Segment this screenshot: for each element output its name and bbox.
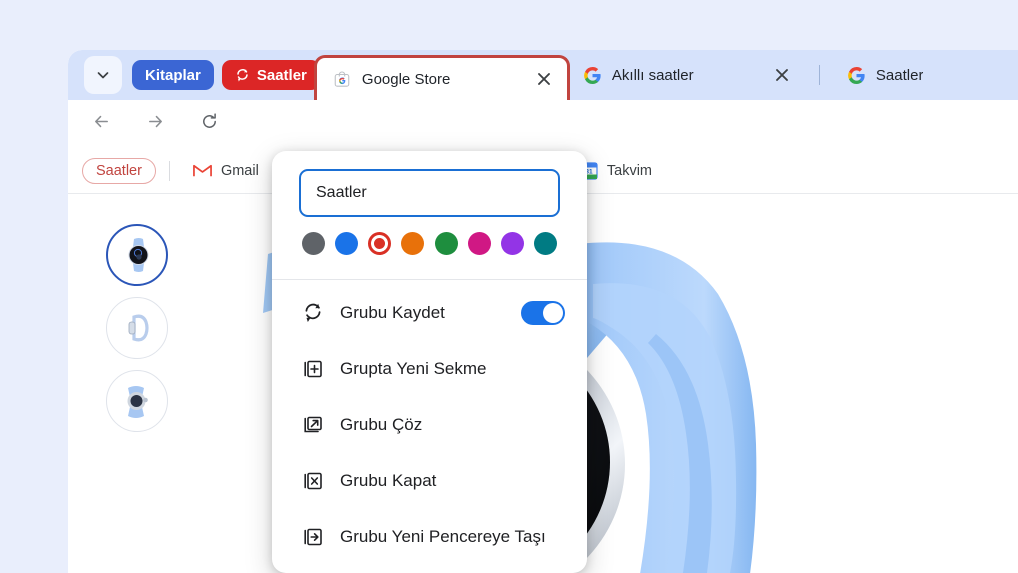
tab-separator xyxy=(818,65,820,85)
color-swatch-blue[interactable] xyxy=(335,232,359,255)
color-swatch-red[interactable] xyxy=(368,232,392,255)
browser-window: Kitaplar Saatler Google Store Akıllı saa… xyxy=(68,50,1018,573)
color-swatch-pink[interactable] xyxy=(467,232,491,255)
thumbnail-pixel-watch-front-blue[interactable] xyxy=(106,224,168,286)
save-group-toggle[interactable] xyxy=(521,301,565,325)
close-icon[interactable] xyxy=(533,68,555,90)
group-title-input[interactable] xyxy=(299,169,560,217)
thumbnail-pixel-watch-angle[interactable] xyxy=(106,370,168,432)
save-group-icon xyxy=(302,302,328,324)
arrow-left-icon xyxy=(92,112,111,136)
reload-icon xyxy=(200,112,219,136)
tab-group-saatler: Saatler Google Store xyxy=(221,50,570,100)
menu-item-label: Grubu Çöz xyxy=(340,415,423,434)
arrow-right-icon xyxy=(146,112,165,136)
toggle-knob xyxy=(543,303,563,323)
screenshot-root: Kitaplar Saatler Google Store Akıllı saa… xyxy=(0,0,1018,573)
tab-group-chip-kitaplar[interactable]: Kitaplar xyxy=(132,60,214,90)
reload-button[interactable] xyxy=(192,107,226,141)
tab-group-label: Kitaplar xyxy=(145,66,201,84)
color-swatch-green[interactable] xyxy=(434,232,458,255)
menu-item-grubu-yeni-pencereye-tasi[interactable]: Grubu Yeni Pencereye Taşı xyxy=(272,509,587,565)
menu-item-grupta-yeni-sekme[interactable]: Grupta Yeni Sekme xyxy=(272,341,587,397)
new-tab-in-group-icon xyxy=(302,358,328,380)
close-icon[interactable] xyxy=(771,64,793,86)
group-color-swatches xyxy=(299,217,560,266)
tab-group-chip-saatler[interactable]: Saatler xyxy=(221,60,320,90)
menu-item-grubu-coz[interactable]: Grubu Çöz xyxy=(272,397,587,453)
ungroup-icon xyxy=(302,414,328,436)
close-group-icon xyxy=(302,470,328,492)
product-thumbnail-list xyxy=(106,224,168,432)
chevron-down-icon xyxy=(95,67,111,83)
menu-item-label: Grubu Yeni Pencereye Taşı xyxy=(340,527,546,546)
google-g-icon xyxy=(584,66,601,84)
google-g-icon xyxy=(848,66,865,84)
menu-item-grubu-kapat[interactable]: Grubu Kapat xyxy=(272,453,587,509)
gmail-icon xyxy=(193,163,212,178)
tab-saatler[interactable]: Saatler xyxy=(834,54,936,96)
bookmark-label: Takvim xyxy=(606,162,653,179)
move-to-window-icon xyxy=(302,526,328,548)
menu-item-label: Grupta Yeni Sekme xyxy=(340,359,487,378)
group-menu: Grubu Kaydet Grupta Yeni Sekme Grubu Çöz… xyxy=(272,280,587,573)
color-swatch-grey[interactable] xyxy=(302,232,325,255)
bookmark-separator xyxy=(168,160,170,181)
bookmark-label: Gmail xyxy=(220,162,259,179)
bookmark-item-gmail[interactable]: Gmail xyxy=(183,158,269,184)
tab-title: Google Store xyxy=(361,70,451,88)
menu-item-label: Grubu Kapat xyxy=(340,471,437,490)
forward-button[interactable] xyxy=(138,107,172,141)
google-store-icon xyxy=(333,70,351,88)
bookmark-group-saatler[interactable]: Saatler xyxy=(82,157,156,184)
color-swatch-cyan[interactable] xyxy=(533,232,557,255)
tab-search-chevron-button[interactable] xyxy=(84,56,122,94)
menu-item-label: Grubu Kaydet xyxy=(340,303,445,322)
browser-toolbar xyxy=(68,100,1018,148)
tab-group-label: Saatler xyxy=(256,66,307,84)
menu-item-grubu-kaydet[interactable]: Grubu Kaydet xyxy=(272,285,587,341)
thumbnail-pixel-watch-side[interactable] xyxy=(106,297,168,359)
tab-title: Saatler xyxy=(875,66,924,84)
tab-strip: Kitaplar Saatler Google Store Akıllı saa… xyxy=(68,50,1018,100)
tab-google-store[interactable]: Google Store xyxy=(313,55,570,100)
color-swatch-purple[interactable] xyxy=(500,232,524,255)
color-swatch-orange[interactable] xyxy=(401,232,425,255)
panel-header xyxy=(272,151,587,279)
tab-group-editor-panel: Grubu Kaydet Grupta Yeni Sekme xyxy=(272,151,587,573)
back-button[interactable] xyxy=(84,107,118,141)
tab-akilli-saatler[interactable]: Akıllı saatler xyxy=(570,54,805,96)
tab-title: Akıllı saatler xyxy=(611,66,694,84)
save-group-icon xyxy=(235,68,250,83)
